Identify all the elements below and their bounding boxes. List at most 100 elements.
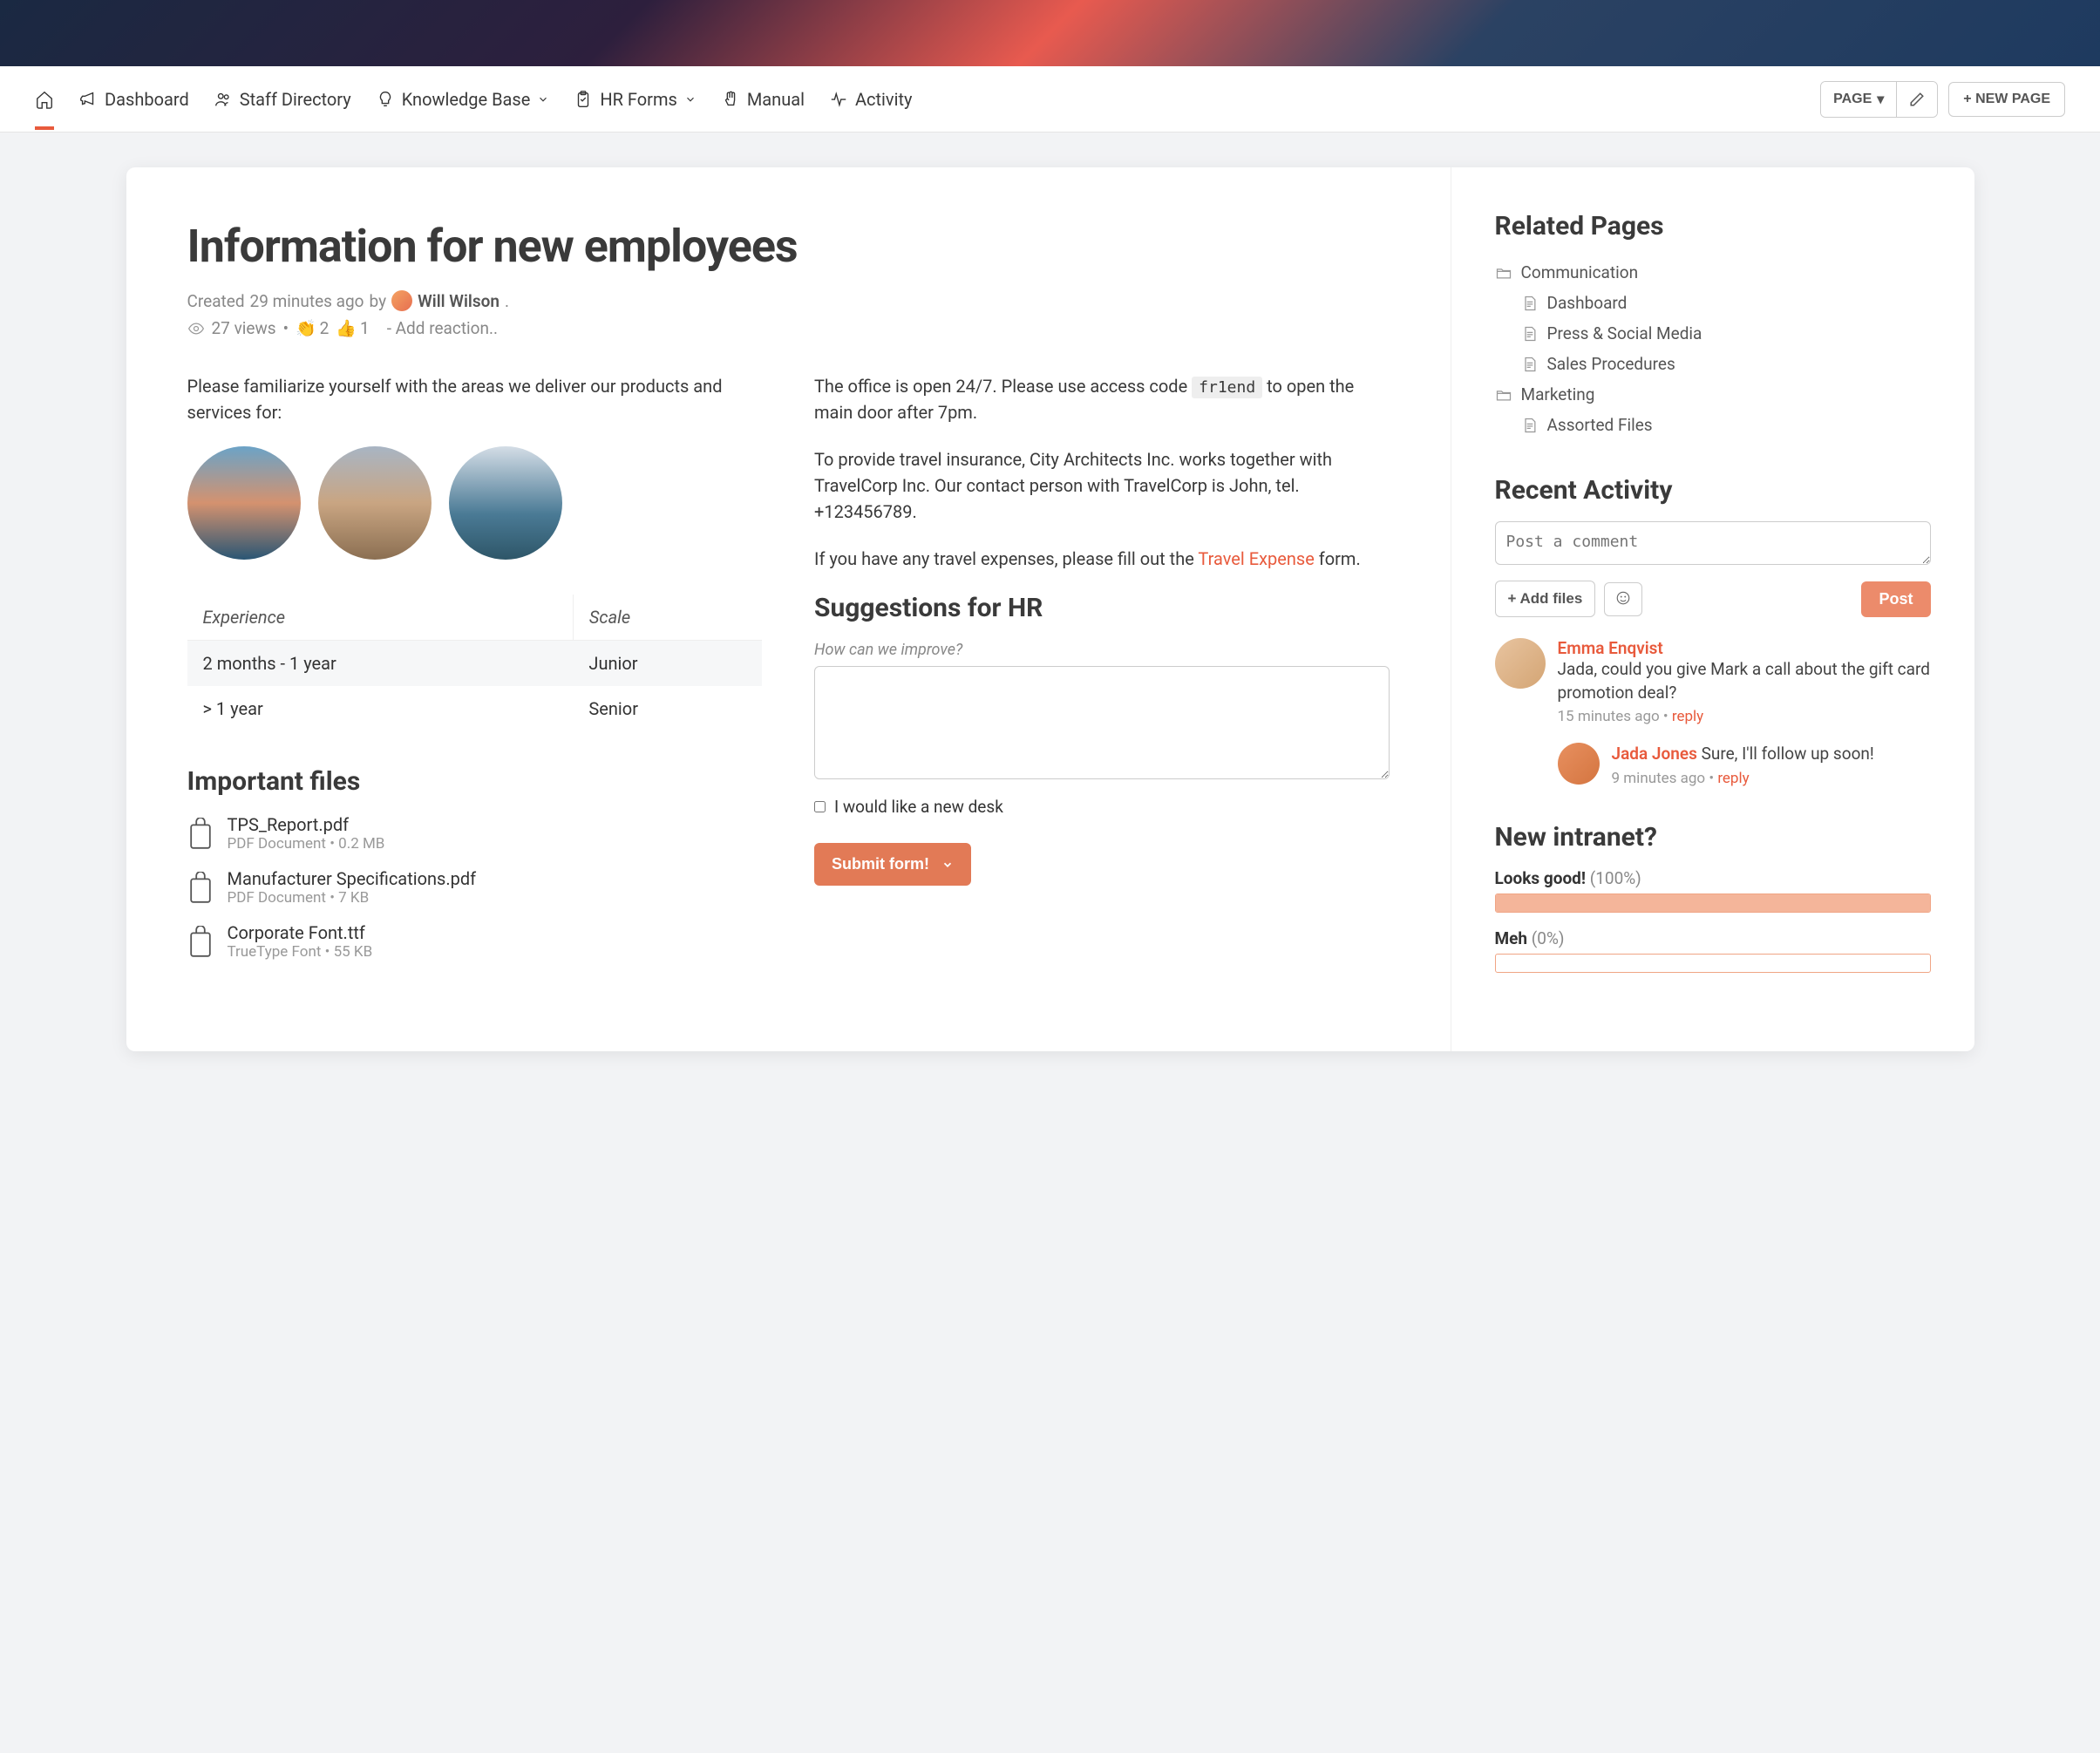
pulse-icon: [829, 90, 848, 109]
nav-hr-forms[interactable]: HR Forms: [574, 68, 696, 131]
expenses-text: If you have any travel expenses, please …: [814, 546, 1390, 572]
travel-expense-link[interactable]: Travel Expense: [1198, 548, 1314, 569]
related-pages-heading: Related Pages: [1495, 211, 1931, 241]
page-title: Information for new employees: [187, 220, 1390, 273]
tree-doc[interactable]: Assorted Files: [1495, 410, 1931, 440]
chevron-down-icon: [941, 859, 954, 871]
post-button[interactable]: Post: [1861, 581, 1930, 617]
page-dropdown-button[interactable]: PAGE ▾: [1821, 82, 1897, 117]
intro-text: Please familiarize yourself with the are…: [187, 373, 763, 425]
document-icon: [1521, 325, 1539, 343]
thumbnail-image[interactable]: [449, 446, 562, 560]
emoji-button[interactable]: [1604, 582, 1642, 616]
folder-icon: [1495, 264, 1512, 282]
poll-bar[interactable]: [1495, 954, 1931, 973]
nav-label: Knowledge Base: [402, 89, 531, 110]
table-row: 2 months - 1 year Junior: [187, 641, 763, 687]
file-item[interactable]: TPS_Report.pdf PDF Document • 0.2 MB: [187, 814, 763, 853]
nav-staff-directory[interactable]: Staff Directory: [214, 68, 351, 131]
comment-reply: Jada Jones Sure, I'll follow up soon! 9 …: [1558, 743, 1931, 787]
thumbnail-image[interactable]: [318, 446, 432, 560]
nav-label: Manual: [747, 89, 805, 110]
reply-link[interactable]: reply: [1717, 770, 1749, 787]
author-avatar: [391, 290, 412, 311]
office-text: The office is open 24/7. Please use acce…: [814, 373, 1390, 425]
add-reaction-button[interactable]: - Add reaction..: [387, 318, 498, 338]
poll-heading: New intranet?: [1495, 822, 1931, 853]
comment-avatar: [1558, 743, 1600, 785]
nav-manual[interactable]: Manual: [721, 68, 805, 131]
comment-author[interactable]: Emma Enqvist: [1558, 638, 1931, 658]
file-item[interactable]: Corporate Font.ttf TrueType Font • 55 KB: [187, 922, 763, 961]
reply-link[interactable]: reply: [1672, 708, 1703, 725]
file-icon: [187, 926, 214, 957]
tree-folder[interactable]: Communication: [1495, 257, 1931, 288]
nav-label: HR Forms: [600, 89, 676, 110]
insurance-text: To provide travel insurance, City Archit…: [814, 446, 1390, 525]
add-files-button[interactable]: + Add files: [1495, 581, 1596, 617]
nav-label: Staff Directory: [240, 89, 351, 110]
home-icon: [35, 90, 54, 109]
smile-icon: [1615, 590, 1631, 606]
page-meta: Created 29 minutes ago by Will Wilson.: [187, 290, 1390, 311]
document-icon: [1521, 417, 1539, 434]
comment-body: Jada, could you give Mark a call about t…: [1558, 658, 1931, 704]
document-icon: [1521, 295, 1539, 312]
eye-icon: [187, 320, 205, 337]
nav-knowledge-base[interactable]: Knowledge Base: [376, 68, 550, 131]
image-thumbnails: [187, 446, 763, 560]
recent-activity-heading: Recent Activity: [1495, 475, 1931, 506]
top-nav: Dashboard Staff Directory Knowledge Base…: [0, 66, 2100, 132]
reaction-bar: 27 views • 👏 2 👍 1 - Add reaction..: [187, 318, 1390, 338]
new-desk-checkbox[interactable]: [814, 801, 826, 812]
table-row: > 1 year Senior: [187, 686, 763, 731]
clipboard-icon: [574, 90, 593, 109]
document-icon: [1521, 356, 1539, 373]
chevron-down-icon: [684, 93, 697, 105]
thumbnail-image[interactable]: [187, 446, 301, 560]
checkbox-label: I would like a new desk: [834, 797, 1003, 817]
comment-input[interactable]: [1495, 521, 1931, 565]
edit-button[interactable]: [1897, 82, 1937, 117]
poll-option-label: Meh (0%): [1495, 928, 1931, 948]
table-header: Experience: [187, 595, 574, 641]
chevron-down-icon: [537, 93, 549, 105]
file-icon: [187, 818, 214, 849]
nav-label: Activity: [855, 89, 912, 110]
nav-label: Dashboard: [105, 89, 189, 110]
suggestions-textarea[interactable]: [814, 666, 1390, 779]
pencil-icon: [1909, 92, 1925, 107]
submit-button[interactable]: Submit form!: [814, 843, 971, 886]
hand-icon: [721, 90, 740, 109]
people-icon: [214, 90, 233, 109]
tree-doc[interactable]: Press & Social Media: [1495, 318, 1931, 349]
comment-author[interactable]: Jada Jones: [1612, 744, 1697, 764]
table-header: Scale: [573, 595, 762, 641]
tree-doc[interactable]: Sales Procedures: [1495, 349, 1931, 379]
comment: Emma Enqvist Jada, could you give Mark a…: [1495, 638, 1931, 725]
comment-body: Jada Jones Sure, I'll follow up soon!: [1612, 743, 1874, 766]
poll-option-label: Looks good! (100%): [1495, 868, 1931, 888]
suggestions-label: How can we improve?: [814, 641, 1390, 659]
nav-home[interactable]: [35, 69, 54, 130]
access-code: fr1end: [1192, 377, 1262, 398]
nav-dashboard[interactable]: Dashboard: [78, 68, 189, 131]
banner-image: [0, 0, 2100, 66]
files-heading: Important files: [187, 766, 763, 797]
megaphone-icon: [78, 90, 98, 109]
comment-avatar: [1495, 638, 1546, 689]
thumbs-reaction[interactable]: 👍 1: [336, 318, 369, 338]
bulb-icon: [376, 90, 395, 109]
nav-activity[interactable]: Activity: [829, 68, 912, 131]
clap-reaction[interactable]: 👏 2: [296, 318, 329, 338]
file-icon: [187, 872, 214, 903]
file-item[interactable]: Manufacturer Specifications.pdf PDF Docu…: [187, 868, 763, 907]
poll-bar[interactable]: [1495, 893, 1931, 913]
new-page-button[interactable]: + NEW PAGE: [1948, 82, 2065, 117]
experience-table: Experience Scale 2 months - 1 year Junio…: [187, 595, 763, 731]
folder-icon: [1495, 386, 1512, 404]
comment-meta: 9 minutes ago • reply: [1612, 770, 1874, 787]
tree-folder[interactable]: Marketing: [1495, 379, 1931, 410]
suggestions-heading: Suggestions for HR: [814, 593, 1390, 623]
tree-doc[interactable]: Dashboard: [1495, 288, 1931, 318]
